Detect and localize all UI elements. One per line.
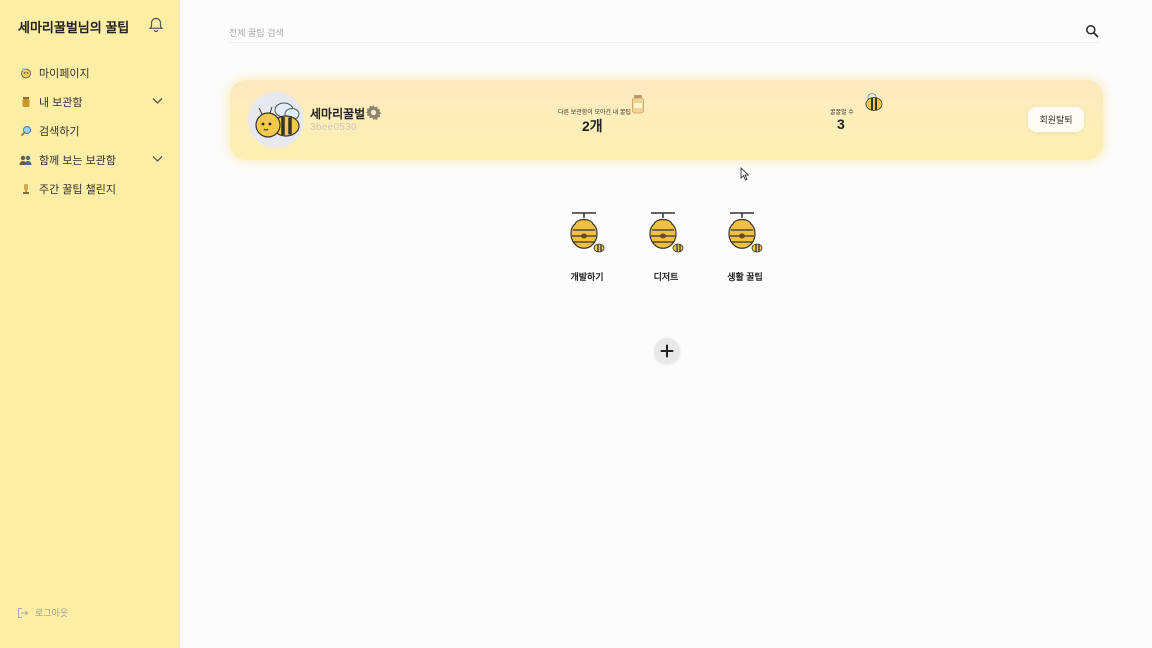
folder-name: 생활 꿀팁 [727,272,763,282]
sidebar-item-my-storage[interactable]: 내 보관함 [0,87,180,116]
profile-nickname: 세마리꿀벌 [310,107,366,121]
stat-bees-label: 꿀꿀벌 수 [830,110,854,116]
sidebar-item-label: 내 보관함 [39,96,83,109]
profile-card: 세마리꿀벌 3bee0530 다른 보관함이 모아간 내 꿀팁 2개 꿀꿀벌 수… [230,80,1103,160]
withdraw-button[interactable]: 회원탈퇴 [1028,107,1084,132]
sidebar-nav: 마이페이지 내 보관함 검색하기 함께 보는 보관함 주간 꿀팁 챌린지 [0,58,180,203]
folder-life-tips[interactable]: 생활 꿀팁 [710,210,780,283]
search-underline [229,42,1099,43]
folder-dessert[interactable]: 디저트 [631,210,701,283]
beehive-icon [570,212,605,253]
sidebar-item-search[interactable]: 검색하기 [0,116,180,145]
logout-label: 로그아웃 [35,608,69,618]
beehive-icon [649,212,684,253]
beehive-icon [728,212,763,253]
search-input[interactable]: 전체 꿀팁 검색 [229,26,284,39]
sidebar-item-shared-storage[interactable]: 함께 보는 보관함 [0,145,180,174]
folder-dev[interactable]: 개발하기 [552,210,622,283]
magnifier-icon [19,124,32,137]
avatar [248,92,304,148]
bee-avatar-icon [255,102,300,138]
folder-name: 개발하기 [570,272,604,282]
bee-icon [865,93,883,111]
app-title: 세마리꿀벌님의 꿀팁 [18,20,130,35]
search-icon[interactable] [1085,24,1099,38]
sidebar-item-label: 마이페이지 [39,67,90,80]
sidebar-item-weekly-challenge[interactable]: 주간 꿀팁 챌린지 [0,174,180,203]
people-icon [19,153,32,166]
add-folder-button[interactable] [654,338,680,364]
jar-icon [19,95,32,108]
gear-icon[interactable] [365,104,382,121]
sidebar-item-mypage[interactable]: 마이페이지 [0,58,180,87]
stat-folders-value: 2개 [582,118,603,134]
profile-user-id: 3bee0530 [310,122,357,133]
stat-folders-label: 다른 보관함이 모아간 내 꿀팁 [558,110,631,116]
honey-jar-icon [632,95,644,114]
mouse-cursor-icon [740,167,750,181]
folder-name: 디저트 [653,272,679,282]
bell-icon[interactable] [147,16,165,34]
sidebar: 세마리꿀벌님의 꿀팁 마이페이지 내 보관함 검색하기 함께 보는 보관함 주간… [0,0,180,648]
bee-face-icon [19,66,32,79]
sidebar-item-label: 함께 보는 보관함 [39,154,116,167]
sidebar-item-label: 검색하기 [39,125,80,138]
stat-bees-value: 3 [837,116,845,132]
chevron-down-icon[interactable] [152,97,163,105]
logout-icon [18,607,29,618]
logout-button[interactable]: 로그아웃 [17,606,68,619]
trophy-icon [19,182,32,195]
sidebar-item-label: 주간 꿀팁 챌린지 [39,183,116,196]
chevron-down-icon[interactable] [152,155,163,163]
plus-icon [660,344,674,358]
